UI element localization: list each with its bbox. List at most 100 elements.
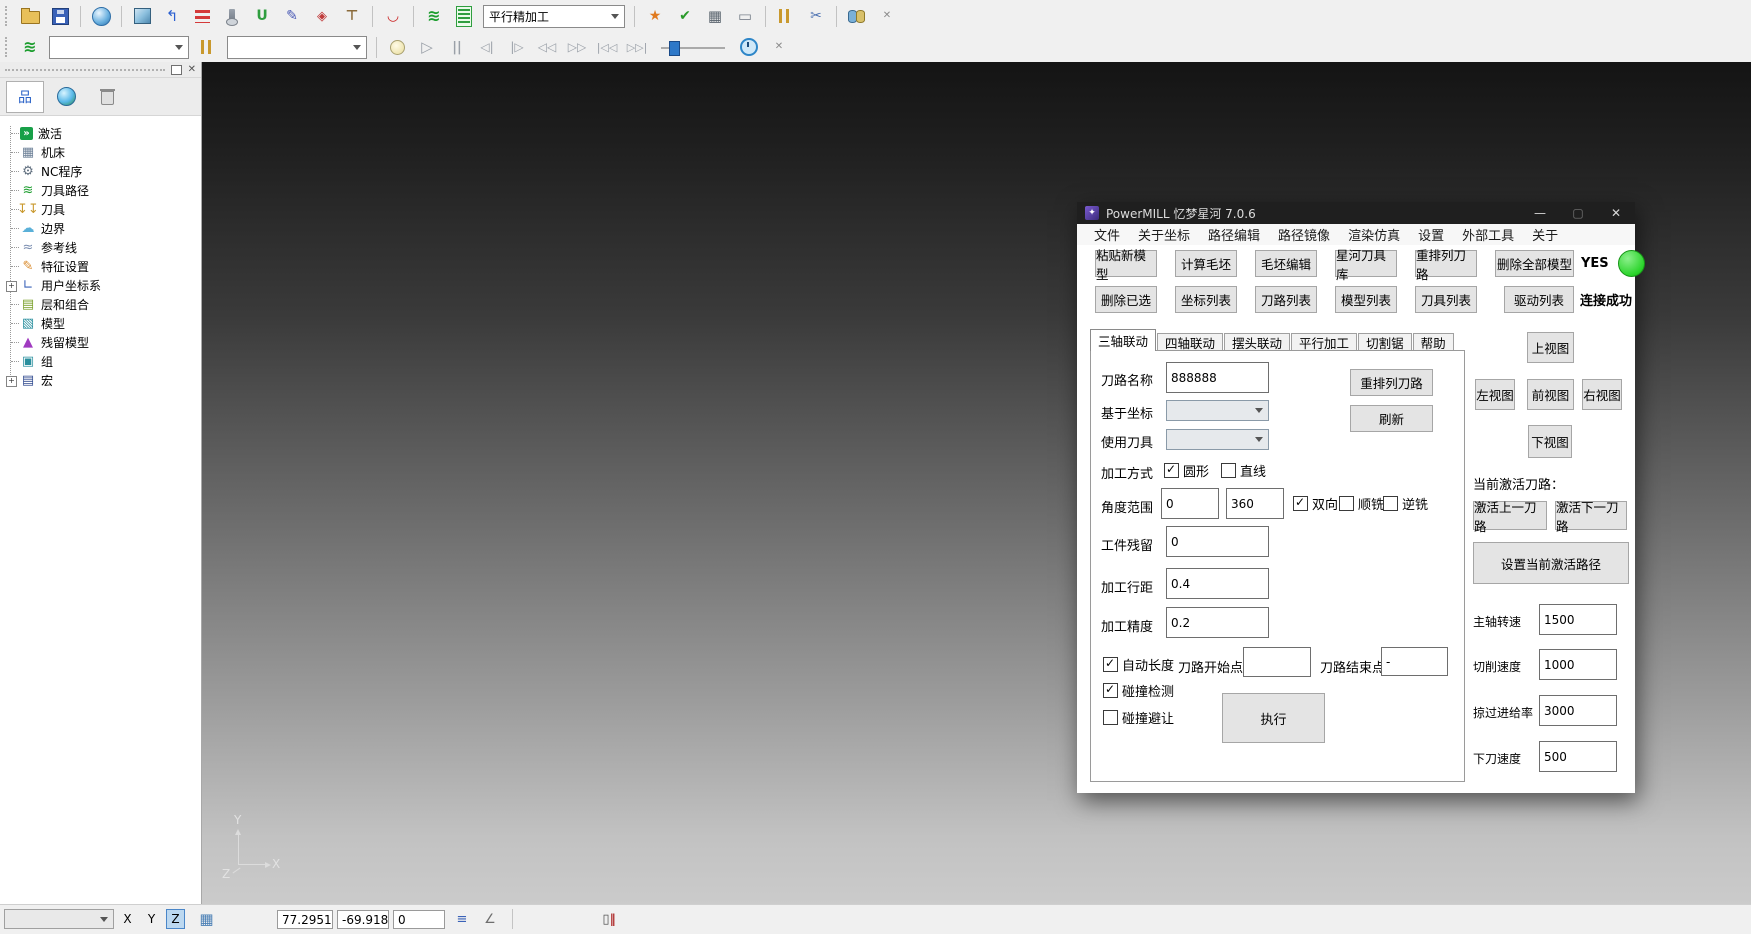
- auto-length-checkbox[interactable]: 自动长度: [1103, 655, 1174, 674]
- view-right-button[interactable]: 右视图: [1582, 379, 1622, 410]
- tree-item-patterns[interactable]: ≈参考线: [0, 238, 201, 257]
- speed-input[interactable]: 1000: [1539, 649, 1617, 680]
- strategy-list-icon[interactable]: [450, 3, 478, 30]
- tree-item-stock-models[interactable]: ▲残留模型: [0, 333, 201, 352]
- dialog-tab-2[interactable]: 四轴联动: [1157, 333, 1223, 351]
- toolpaths-icon[interactable]: ≋: [16, 34, 44, 61]
- tool-holder-icon[interactable]: ⊤: [338, 3, 366, 30]
- clock-icon[interactable]: [735, 34, 763, 61]
- float-panel-icon[interactable]: [171, 65, 182, 75]
- maximize-button[interactable]: ▢: [1559, 206, 1597, 220]
- action-button-坐标列表[interactable]: 坐标列表: [1175, 286, 1237, 313]
- block-icon[interactable]: [128, 3, 156, 30]
- point-list-icon[interactable]: ≡: [452, 909, 472, 929]
- action-button-计算毛坯[interactable]: 计算毛坯: [1175, 250, 1237, 277]
- execute-button[interactable]: 执行: [1222, 693, 1325, 743]
- edit-toolpath-icon[interactable]: ✎: [278, 3, 306, 30]
- tree-item-activate[interactable]: »激活: [0, 124, 201, 143]
- end-point-input[interactable]: -: [1381, 647, 1448, 676]
- dialog-tab-4[interactable]: 平行加工: [1291, 333, 1357, 351]
- tool-star-icon[interactable]: ★: [641, 3, 669, 30]
- activate-prev-button[interactable]: 激活上一刀路: [1473, 501, 1547, 530]
- activate-next-button[interactable]: 激活下一刀路: [1555, 501, 1627, 530]
- view-left-button[interactable]: 左视图: [1475, 379, 1515, 410]
- use-tool-combo[interactable]: [1166, 429, 1269, 450]
- ball-tool-icon[interactable]: [218, 3, 246, 30]
- collision-check-icon[interactable]: U: [248, 3, 276, 30]
- save-project-icon[interactable]: [46, 3, 74, 30]
- axis-x-button[interactable]: X: [118, 909, 137, 929]
- simulation-pause-icon[interactable]: ▯‖: [596, 909, 622, 929]
- menu-item-4[interactable]: 渲染仿真: [1339, 225, 1409, 244]
- start-point-input[interactable]: [1243, 647, 1311, 677]
- close-panel-icon[interactable]: ✕: [188, 65, 196, 75]
- tools-icon[interactable]: [194, 34, 222, 61]
- view-top-button[interactable]: 上视图: [1527, 332, 1574, 363]
- refresh-button[interactable]: 刷新: [1350, 405, 1433, 432]
- open-project-icon[interactable]: [16, 3, 44, 30]
- collision-detect-checkbox[interactable]: 碰撞检测: [1103, 681, 1174, 700]
- tool-pair-icon[interactable]: [772, 3, 800, 30]
- toolpath-combo[interactable]: [49, 36, 189, 59]
- tree-item-tools[interactable]: ↧↧刀具: [0, 200, 201, 219]
- bidirectional-checkbox[interactable]: 双向: [1293, 494, 1338, 513]
- rearrange-toolpaths-button[interactable]: 重排列刀路: [1350, 369, 1433, 396]
- go-start-icon[interactable]: |◁◁: [593, 34, 621, 61]
- speed-input[interactable]: 1500: [1539, 604, 1617, 635]
- angle-to-input[interactable]: 360: [1226, 488, 1284, 519]
- conventional-mill-checkbox[interactable]: 逆铣: [1383, 494, 1428, 513]
- menu-item-5[interactable]: 设置: [1409, 225, 1453, 244]
- tree-item-levels-sets[interactable]: ▤层和组合: [0, 295, 201, 314]
- rewind-icon[interactable]: ◁◁: [533, 34, 561, 61]
- stepover-input[interactable]: 0.4: [1166, 568, 1269, 599]
- circle-checkbox[interactable]: 圆形: [1164, 461, 1209, 480]
- strategy-combo[interactable]: 平行精加工: [483, 5, 625, 28]
- toolbar-close-icon[interactable]: ✕: [765, 34, 793, 61]
- tree-item-groups[interactable]: ▣组: [0, 352, 201, 371]
- go-end-icon[interactable]: ▷▷|: [623, 34, 651, 61]
- coord-system-combo[interactable]: [1166, 400, 1269, 421]
- axis-y-button[interactable]: Y: [142, 909, 161, 929]
- leads-links-icon[interactable]: ↰: [158, 3, 186, 30]
- set-active-path-button[interactable]: 设置当前激活路径: [1473, 542, 1629, 584]
- menu-item-1[interactable]: 关于坐标: [1129, 225, 1199, 244]
- view-bottom-button[interactable]: 下视图: [1528, 425, 1572, 458]
- tree-item-nc-programs[interactable]: ⚙NC程序: [0, 162, 201, 181]
- graphics-viewport[interactable]: Y X Z ✦ PowerMILL 忆梦星河 7.0.6 — ▢ ✕ 文件关于坐…: [202, 62, 1751, 905]
- dialog-tab-3[interactable]: 摆头联动: [1224, 333, 1290, 351]
- panel-drag-handle[interactable]: [5, 69, 165, 71]
- calculator-icon[interactable]: ▦: [701, 3, 729, 30]
- toolpath-name-input[interactable]: 888888: [1166, 362, 1269, 393]
- tree-item-feature-sets[interactable]: ✎特征设置: [0, 257, 201, 276]
- expander-icon[interactable]: +: [6, 281, 17, 292]
- dialog-tab-6[interactable]: 帮助: [1413, 333, 1454, 351]
- block-calculator-icon[interactable]: [87, 3, 115, 30]
- close-button[interactable]: ✕: [1597, 206, 1635, 220]
- action-button-粘贴新模型[interactable]: 粘贴新模型: [1095, 250, 1157, 277]
- expander-icon[interactable]: +: [6, 376, 17, 387]
- menu-item-7[interactable]: 关于: [1523, 225, 1567, 244]
- simulate-tool-icon[interactable]: ◡: [379, 3, 407, 30]
- statusbar-combo[interactable]: [4, 909, 114, 929]
- view-front-button[interactable]: 前视图: [1527, 379, 1574, 410]
- explorer-recycle-tab[interactable]: [88, 81, 126, 113]
- tree-item-models[interactable]: ▧模型: [0, 314, 201, 333]
- menu-item-3[interactable]: 路径镜像: [1269, 225, 1339, 244]
- explorer-tree-tab[interactable]: 品: [6, 81, 44, 113]
- tree-item-boundaries[interactable]: ☁边界: [0, 219, 201, 238]
- toolbar-close-icon[interactable]: ✕: [873, 3, 901, 30]
- dialog-tab-1[interactable]: 三轴联动: [1090, 329, 1156, 351]
- action-button-重排列刀路[interactable]: 重排列刀路: [1415, 250, 1477, 277]
- explorer-globe-tab[interactable]: [47, 81, 85, 113]
- slider-handle[interactable]: [669, 41, 680, 56]
- step-back-icon[interactable]: ◁|: [473, 34, 501, 61]
- action-button-刀具列表[interactable]: 刀具列表: [1415, 286, 1477, 313]
- minimize-button[interactable]: —: [1521, 206, 1559, 220]
- menu-item-0[interactable]: 文件: [1085, 225, 1129, 244]
- tree-item-toolpaths[interactable]: ≋刀具路径: [0, 181, 201, 200]
- action-button-删除全部模型[interactable]: 删除全部模型: [1495, 250, 1574, 277]
- climb-mill-checkbox[interactable]: 顺铣: [1339, 494, 1384, 513]
- trim-cross-icon[interactable]: ✂: [802, 3, 830, 30]
- action-button-驱动列表[interactable]: 驱动列表: [1504, 286, 1574, 313]
- axis-z-button[interactable]: Z: [166, 909, 185, 929]
